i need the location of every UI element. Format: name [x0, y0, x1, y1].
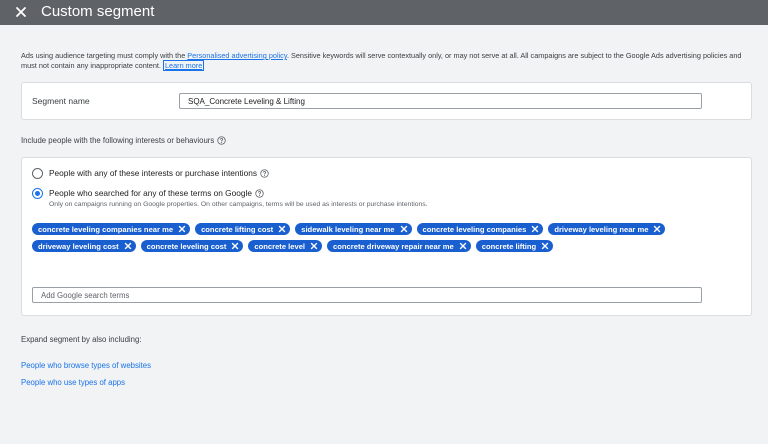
- option-searched[interactable]: People who searched for any of these ter…: [32, 188, 428, 208]
- search-term-chip: concrete lifting cost: [195, 223, 291, 235]
- remove-chip-icon[interactable]: [400, 225, 408, 233]
- remove-chip-icon[interactable]: [459, 242, 467, 250]
- dialog-header: Custom segment: [0, 0, 768, 25]
- remove-chip-icon[interactable]: [310, 242, 318, 250]
- search-term-chip-label: concrete leveling companies near me: [38, 224, 174, 234]
- include-heading: Include people with the following intere…: [21, 136, 226, 145]
- search-term-chip: sidewalk leveling near me: [295, 223, 412, 235]
- search-term-chip-label: concrete driveway repair near me: [333, 241, 454, 251]
- policy-notice: Ads using audience targeting must comply…: [21, 51, 756, 71]
- option-searched-label: People who searched for any of these ter…: [49, 188, 252, 198]
- help-icon[interactable]: [260, 168, 269, 178]
- search-term-chip: concrete leveling companies: [416, 223, 544, 235]
- search-term-chip-label: concrete leveling cost: [146, 241, 227, 251]
- help-icon[interactable]: [255, 188, 264, 198]
- dialog-title: Custom segment: [41, 3, 155, 20]
- interests-card: People with any of these interests or pu…: [21, 157, 752, 316]
- use-apps-link[interactable]: People who use types of apps: [21, 378, 125, 387]
- option-interests-label-wrap: People with any of these interests or pu…: [49, 168, 269, 178]
- search-term-chip: concrete driveway repair near me: [327, 240, 471, 252]
- search-term-chip-label: concrete leveling companies: [422, 224, 527, 234]
- search-term-chip: driveway leveling cost: [32, 240, 136, 252]
- remove-chip-icon[interactable]: [124, 242, 132, 250]
- segment-name-card: Segment name SQA_Concrete Leveling & Lif…: [21, 82, 752, 120]
- segment-name-label: Segment name: [32, 96, 90, 106]
- notice-text-before: Ads using audience targeting must comply…: [21, 51, 188, 60]
- remove-chip-icon[interactable]: [531, 225, 539, 233]
- remove-chip-icon[interactable]: [278, 225, 286, 233]
- search-term-chip-label: driveway leveling cost: [38, 241, 119, 251]
- search-term-chip-label: sidewalk leveling near me: [301, 224, 395, 234]
- remove-chip-icon[interactable]: [178, 225, 186, 233]
- radio-interests[interactable]: [32, 168, 43, 179]
- option-searched-label-wrap: People who searched for any of these ter…: [49, 188, 428, 198]
- add-search-terms-input[interactable]: Add Google search terms: [32, 287, 702, 303]
- remove-chip-icon[interactable]: [653, 225, 661, 233]
- browse-websites-link[interactable]: People who browse types of websites: [21, 361, 151, 370]
- search-term-chip: concrete leveling companies near me: [32, 223, 191, 235]
- remove-chip-icon[interactable]: [231, 242, 239, 250]
- option-interests-label: People with any of these interests or pu…: [49, 168, 258, 178]
- option-searched-description: Only on campaigns running on Google prop…: [49, 201, 428, 208]
- search-term-chip: concrete level: [248, 240, 323, 252]
- segment-name-input[interactable]: SQA_Concrete Leveling & Lifting: [179, 93, 702, 109]
- radio-searched[interactable]: [32, 188, 43, 199]
- option-searched-texts: People who searched for any of these ter…: [49, 188, 428, 208]
- search-term-chip: driveway leveling near me: [548, 223, 666, 235]
- include-heading-text: Include people with the following intere…: [21, 136, 215, 145]
- search-term-chip: concrete lifting: [475, 240, 554, 252]
- option-interests[interactable]: People with any of these interests or pu…: [32, 168, 269, 179]
- search-term-chip-label: driveway leveling near me: [554, 224, 649, 234]
- search-term-chip-label: concrete lifting: [481, 241, 537, 251]
- help-icon[interactable]: [217, 136, 226, 145]
- policy-link[interactable]: Personalised advertising policy: [187, 51, 287, 60]
- search-term-chip: concrete leveling cost: [140, 240, 244, 252]
- search-term-chip-label: concrete lifting cost: [201, 224, 274, 234]
- search-term-chips: concrete leveling companies near me concr…: [32, 223, 742, 252]
- search-term-chip-label: concrete level: [254, 241, 306, 251]
- expand-heading: Expand segment by also including:: [21, 335, 142, 344]
- remove-chip-icon[interactable]: [541, 242, 549, 250]
- close-icon[interactable]: [13, 4, 29, 20]
- learn-more-link[interactable]: Learn more: [162, 60, 205, 71]
